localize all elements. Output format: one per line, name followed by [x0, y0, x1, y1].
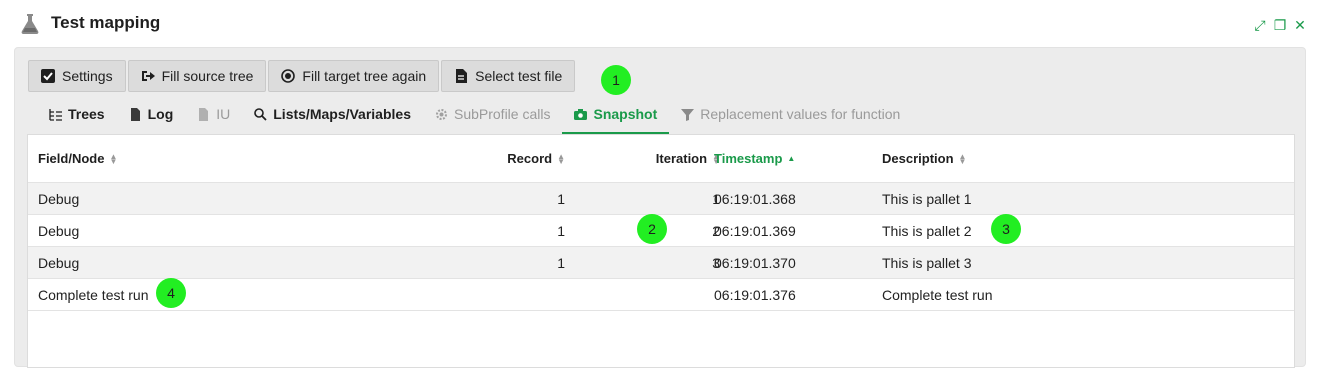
fill-target-tree-label: Fill target tree again [302, 68, 427, 84]
annotation-marker-2: 2 [637, 214, 667, 244]
window-title: Test mapping [51, 13, 161, 32]
tree-icon [49, 108, 62, 121]
settings-button[interactable]: Settings [28, 60, 126, 92]
tab-replacement-values: Replacement values for function [669, 96, 912, 134]
table-row[interactable]: Complete test run 06:19:01.376 Complete … [28, 279, 1294, 311]
sort-icon: ▲ ▼ [958, 151, 967, 166]
close-icon[interactable]: ✕ [1293, 18, 1307, 32]
annotation-marker-1: 1 [601, 65, 631, 95]
gear-icon [435, 108, 447, 120]
table-row[interactable]: Debug 1 1 06:19:01.368 This is pallet 1 [28, 183, 1294, 215]
restore-icon[interactable]: ❐ [1273, 18, 1287, 32]
cell-field: Complete test run [38, 286, 149, 303]
table-row[interactable]: Debug 1 3 06:19:01.370 This is pallet 3 [28, 247, 1294, 279]
snapshot-table: Field/Node ▲ ▼ Record ▲ ▼ Iteration ▲ ▼ Timest… [27, 134, 1295, 368]
cell-timestamp: 06:19:01.376 [714, 286, 796, 303]
column-header-timestamp[interactable]: Timestamp ▲ [714, 135, 795, 182]
tab-iu-label: IU [216, 106, 231, 122]
cell-record: 1 [557, 190, 565, 207]
sign-in-icon [141, 71, 155, 81]
expand-icon[interactable]: ⤢ [1253, 18, 1267, 32]
tab-iu: IU [185, 96, 242, 134]
tab-log-label: Log [147, 106, 174, 122]
cell-timestamp: 06:19:01.369 [714, 222, 796, 239]
column-header-iteration[interactable]: Iteration ▲ ▼ [656, 135, 720, 182]
cell-field: Debug [38, 254, 80, 271]
cell-description: Complete test run [882, 286, 993, 303]
cell-field: Debug [38, 190, 80, 207]
filter-icon [681, 108, 695, 121]
tab-trees-label: Trees [68, 106, 105, 122]
column-header-field[interactable]: Field/Node ▲ ▼ [38, 135, 117, 182]
column-header-description[interactable]: Description ▲ ▼ [882, 135, 966, 182]
cell-record: 1 [557, 254, 565, 271]
settings-button-label: Settings [62, 68, 113, 84]
document-icon [199, 107, 209, 121]
toolbar: Settings Fill source tree Fill target tr… [28, 60, 576, 92]
window-titlebar: Test mapping ⤢ ❐ ✕ [0, 0, 1321, 46]
checkbox-icon [41, 69, 55, 83]
annotation-marker-4: 4 [156, 278, 186, 308]
file-icon [456, 69, 468, 83]
tab-lists-maps-variables[interactable]: Lists/Maps/Variables [242, 96, 423, 134]
cell-field: Debug [38, 222, 80, 239]
tab-subprofile-calls: SubProfile calls [423, 96, 563, 134]
fill-source-tree-button[interactable]: Fill source tree [127, 60, 267, 92]
tab-trees[interactable]: Trees [37, 96, 117, 134]
tab-bar: Trees Log IU Lists/Maps/Variables SubPro… [37, 96, 912, 134]
tab-log[interactable]: Log [117, 96, 186, 134]
flask-icon [21, 14, 39, 34]
table-header-row: Field/Node ▲ ▼ Record ▲ ▼ Iteration ▲ ▼ Timest… [28, 135, 1294, 183]
tab-snapshot-label: Snapshot [593, 106, 658, 122]
cell-description: This is pallet 2 [882, 222, 972, 239]
cell-record: 1 [557, 222, 565, 239]
sort-ascending-icon: ▲ [787, 154, 796, 163]
tab-lists-label: Lists/Maps/Variables [273, 106, 411, 122]
column-header-record[interactable]: Record ▲ ▼ [507, 135, 565, 182]
fill-target-tree-button[interactable]: Fill target tree again [268, 60, 440, 92]
camera-icon [574, 108, 588, 120]
radio-dot-icon [281, 69, 296, 83]
tab-subprofile-label: SubProfile calls [453, 106, 551, 122]
document-icon [130, 107, 140, 121]
cell-timestamp: 06:19:01.370 [714, 254, 796, 271]
cell-timestamp: 06:19:01.368 [714, 190, 796, 207]
cell-description: This is pallet 3 [882, 254, 972, 271]
annotation-marker-3: 3 [991, 214, 1021, 244]
sort-icon: ▲ ▼ [557, 151, 565, 166]
cell-description: This is pallet 1 [882, 190, 972, 207]
window-controls: ⤢ ❐ ✕ [1253, 18, 1307, 32]
tab-replacement-label: Replacement values for function [700, 106, 901, 122]
fill-source-tree-label: Fill source tree [161, 68, 254, 84]
select-test-file-button[interactable]: Select test file [441, 60, 576, 92]
search-icon [254, 107, 267, 121]
main-panel: Settings Fill source tree Fill target tr… [14, 47, 1306, 368]
tab-snapshot[interactable]: Snapshot [562, 96, 670, 134]
select-test-file-label: Select test file [475, 68, 563, 84]
sort-icon: ▲ ▼ [109, 151, 118, 166]
